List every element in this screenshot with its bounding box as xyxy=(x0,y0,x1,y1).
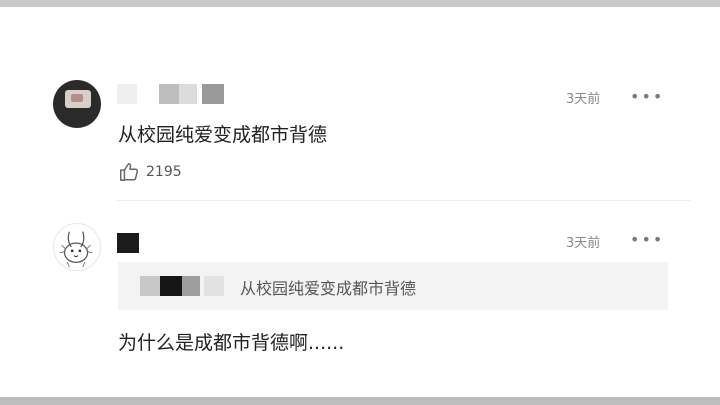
top-edge xyxy=(0,0,720,7)
avatar[interactable] xyxy=(53,223,101,271)
quoted-comment[interactable]: 从校园纯爱变成都市背德 xyxy=(118,262,668,310)
more-options-icon[interactable]: ••• xyxy=(630,232,664,248)
comment-time: 3天前 xyxy=(566,92,601,107)
comment-time: 3天前 xyxy=(566,236,601,251)
comment-text: 为什么是成都市背德啊...... xyxy=(118,332,345,354)
more-options-icon[interactable]: ••• xyxy=(630,89,664,105)
comment-text: 从校园纯爱变成都市背德 xyxy=(118,124,328,146)
thumbs-up-icon xyxy=(120,163,139,181)
quoted-text: 从校园纯爱变成都市背德 xyxy=(240,279,417,298)
username-redacted[interactable] xyxy=(117,84,227,104)
bottom-edge xyxy=(0,397,720,405)
avatar-image-detail xyxy=(71,94,83,102)
quoted-username-redacted xyxy=(140,276,224,296)
rabbit-avatar-icon xyxy=(59,231,93,268)
like-count: 2195 xyxy=(146,164,182,180)
comment-divider xyxy=(116,200,690,201)
avatar[interactable] xyxy=(53,80,101,128)
like-button[interactable]: 2195 xyxy=(118,161,182,183)
username-redacted[interactable] xyxy=(117,233,141,253)
